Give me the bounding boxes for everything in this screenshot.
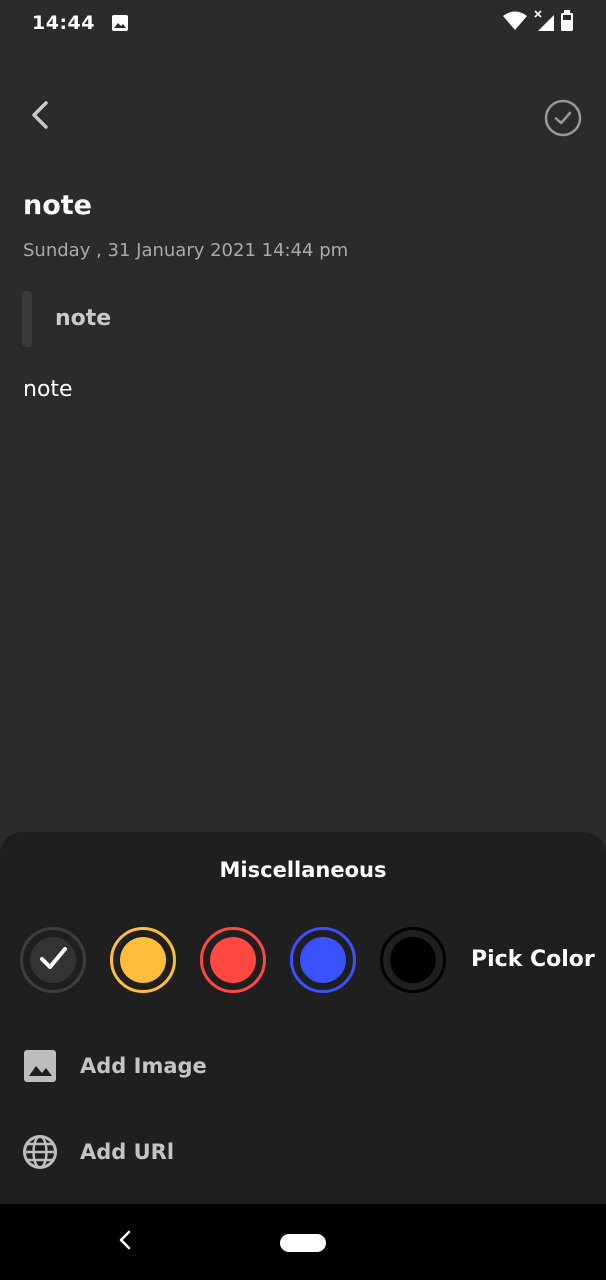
status-bar: 14:44 xyxy=(0,0,606,46)
note-body-input[interactable]: note xyxy=(23,377,73,402)
color-option-default[interactable] xyxy=(20,927,86,993)
subtitle-indicator xyxy=(22,291,32,347)
globe-icon xyxy=(22,1134,58,1170)
add-image-button[interactable]: Add Image xyxy=(22,1048,207,1084)
color-option-blue[interactable] xyxy=(290,927,356,993)
color-swatch-black xyxy=(390,937,436,983)
color-option-black[interactable] xyxy=(380,927,446,993)
color-swatch-default xyxy=(30,937,76,983)
wifi-icon xyxy=(502,10,528,36)
image-icon xyxy=(22,1048,58,1084)
note-subtitle-input[interactable]: note xyxy=(55,306,111,331)
gallery-icon xyxy=(111,14,129,32)
status-icons xyxy=(502,9,574,37)
sheet-title[interactable]: Miscellaneous xyxy=(0,858,606,882)
system-nav-bar xyxy=(0,1204,606,1280)
note-date: Sunday , 31 January 2021 14:44 pm xyxy=(23,240,349,261)
save-button[interactable] xyxy=(544,99,582,137)
nav-home-button[interactable] xyxy=(280,1234,326,1252)
note-title-input[interactable]: note xyxy=(23,190,92,221)
pick-color-button[interactable]: Pick Color xyxy=(471,947,595,972)
add-image-label: Add Image xyxy=(80,1054,207,1078)
nav-back-icon xyxy=(118,1230,132,1254)
nav-back-button[interactable] xyxy=(112,1226,138,1258)
check-circle-icon xyxy=(544,99,582,141)
check-icon xyxy=(36,941,70,979)
add-url-button[interactable]: Add URl xyxy=(22,1134,174,1170)
color-option-red[interactable] xyxy=(200,927,266,993)
color-swatch-yellow xyxy=(120,937,166,983)
back-button[interactable] xyxy=(22,98,58,136)
color-swatch-blue xyxy=(300,937,346,983)
chevron-left-icon xyxy=(29,100,51,134)
battery-icon xyxy=(560,10,574,36)
signal-icon xyxy=(532,9,556,37)
color-swatch-red xyxy=(210,937,256,983)
status-time: 14:44 xyxy=(32,12,95,34)
color-option-yellow[interactable] xyxy=(110,927,176,993)
add-url-label: Add URl xyxy=(80,1140,175,1164)
miscellaneous-sheet: Miscellaneous Pick Color Add Image Add U… xyxy=(0,832,606,1204)
